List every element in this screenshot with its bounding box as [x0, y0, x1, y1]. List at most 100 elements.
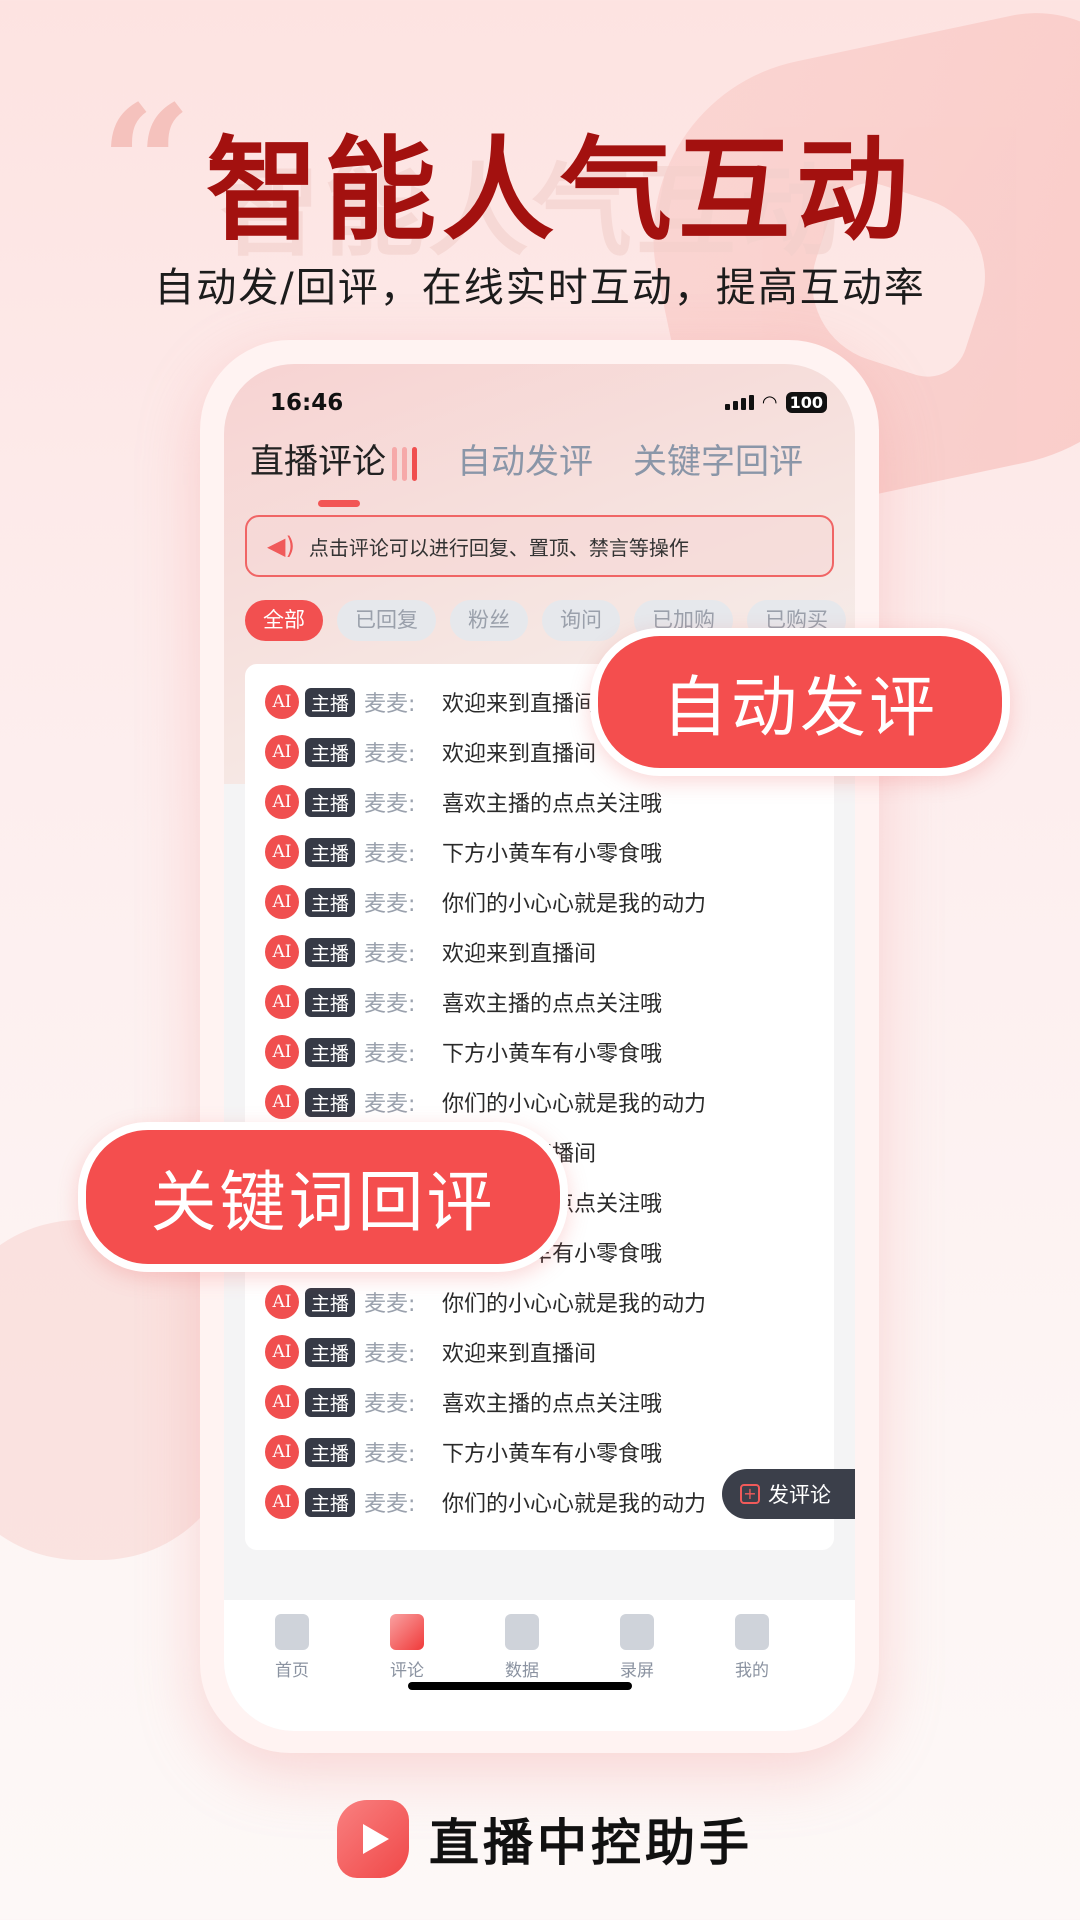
- callout-keyword-reply: 关键词回评: [78, 1122, 568, 1272]
- comment-row[interactable]: AI主播麦麦: 下方小黄车有小零食哦: [265, 832, 662, 872]
- comment-row[interactable]: AI主播麦麦: 喜欢主播的点点关注哦: [265, 782, 662, 822]
- comment-text: 欢迎来到直播间: [442, 942, 597, 967]
- commenter-name: 麦麦:: [364, 1342, 416, 1367]
- ai-avatar-icon: AI: [265, 985, 299, 1019]
- comment-row[interactable]: AI主播麦麦: 欢迎来到直播间: [265, 1332, 596, 1372]
- ai-avatar-icon: AI: [265, 885, 299, 919]
- nav-item[interactable]: 评论: [367, 1614, 447, 1681]
- comment-row[interactable]: AI 主播 麦麦: 你们的小心心就是我的动力: [265, 882, 706, 922]
- brand-name: 直播中控助手: [429, 1814, 753, 1872]
- role-badge: 主播: [305, 1287, 356, 1317]
- ai-avatar-icon: AI: [265, 1035, 299, 1069]
- comment-row[interactable]: AI主播麦麦: 喜欢主播的点点关注哦: [265, 982, 662, 1022]
- ai-avatar-icon: AI: [265, 735, 299, 769]
- comment-row[interactable]: AI主播麦麦: 喜欢主播的点点关注哦: [265, 1382, 662, 1422]
- callout-auto-comment: 自动发评: [590, 628, 1010, 776]
- filter-chip[interactable]: 粉丝: [450, 600, 528, 641]
- nav-item[interactable]: 我的: [712, 1614, 792, 1681]
- ai-avatar-icon: AI: [265, 1085, 299, 1119]
- nav-label: 评论: [390, 1661, 424, 1681]
- comment-text: 你们的小心心就是我的动力: [442, 1092, 707, 1117]
- speaker-icon: ◀): [267, 532, 295, 560]
- status-icons: ◠ 100: [724, 392, 827, 413]
- nav-item[interactable]: 数据: [482, 1614, 562, 1681]
- comment-text: 喜欢主播的点点关注哦: [442, 792, 663, 817]
- phone-mockup: 16:46 ◠ 100 直播评论 自动发评 关键字回评 ◀) 点击评论可以进行回…: [200, 340, 879, 1753]
- filter-chip[interactable]: 询问: [542, 600, 620, 641]
- screen-record-icon: [620, 1614, 654, 1650]
- tab-live-comments[interactable]: 直播评论: [250, 434, 417, 507]
- commenter-name: 麦麦:: [364, 1042, 416, 1067]
- role-badge: 主播: [305, 1437, 356, 1467]
- commenter-name: 麦麦:: [364, 992, 416, 1017]
- hero-subtitle: 自动发/回评，在线实时互动，提高互动率: [154, 265, 926, 311]
- notice-text: 点击评论可以进行回复、置顶、禁言等操作: [308, 535, 689, 560]
- comment-icon: [390, 1614, 424, 1650]
- data-icon: [505, 1614, 539, 1650]
- comment-text: 下方小黄车有小零食哦: [442, 842, 663, 867]
- commenter-name: 麦麦:: [364, 1292, 416, 1317]
- tab-bar: 直播评论 自动发评 关键字回评: [250, 434, 803, 507]
- role-badge: 主播: [305, 737, 356, 767]
- ai-avatar-icon: AI: [265, 1435, 299, 1469]
- battery-icon: 100: [785, 392, 827, 413]
- profile-icon: [735, 1614, 769, 1650]
- tab-keyword-reply[interactable]: 关键字回评: [633, 434, 803, 483]
- comment-text: 欢迎来到直播间: [442, 742, 597, 767]
- comment-text: 喜欢主播的点点关注哦: [442, 1392, 663, 1417]
- commenter-name: 麦麦:: [364, 1092, 416, 1117]
- nav-item[interactable]: 首页: [252, 1614, 332, 1681]
- wifi-icon: ◠: [761, 392, 778, 413]
- role-badge: 主播: [305, 887, 356, 917]
- comment-row[interactable]: AI 主播 麦麦: 你们的小心心就是我的动力: [265, 1482, 706, 1522]
- comment-row[interactable]: AI 主播 麦麦: 你们的小心心就是我的动力: [265, 1282, 706, 1322]
- role-badge: 主播: [305, 837, 356, 867]
- commenter-name: 麦麦:: [364, 792, 416, 817]
- role-badge: 主播: [305, 987, 356, 1017]
- comment-text: 喜欢主播的点点关注哦: [442, 992, 663, 1017]
- phone-screen: 16:46 ◠ 100 直播评论 自动发评 关键字回评 ◀) 点击评论可以进行回…: [224, 364, 855, 1731]
- comment-text: 欢迎来到直播间: [442, 692, 597, 717]
- nav-label: 数据: [505, 1661, 539, 1681]
- comment-row[interactable]: AI主播麦麦: 欢迎来到直播间: [265, 732, 596, 772]
- role-badge: 主播: [305, 1487, 356, 1517]
- play-logo-icon: [337, 1800, 409, 1878]
- role-badge: 主播: [305, 1337, 356, 1367]
- plus-icon: +: [740, 1484, 760, 1504]
- live-equalizer-icon: [392, 446, 417, 481]
- nav-label: 录屏: [620, 1661, 654, 1681]
- comment-row[interactable]: AI主播麦麦: 欢迎来到直播间: [265, 682, 596, 722]
- tab-auto-comment[interactable]: 自动发评: [457, 434, 593, 483]
- hero-title: 智能人气互动: [206, 126, 914, 256]
- commenter-name: 麦麦:: [364, 1442, 416, 1467]
- post-comment-button[interactable]: + 发评论: [722, 1469, 855, 1519]
- role-badge: 主播: [305, 937, 356, 967]
- home-indicator: [408, 1682, 632, 1690]
- comment-list[interactable]: AI 主播 麦麦: 欢迎来到直播间 AI 主播 麦麦: 欢迎来到直播间 AI 主播 麦麦: 喜欢主播的…: [245, 664, 834, 1550]
- comment-text: 你们的小心心就是我的动力: [442, 892, 707, 917]
- comment-row[interactable]: AI主播麦麦: 下方小黄车有小零食哦: [265, 1032, 662, 1072]
- role-badge: 主播: [305, 1037, 356, 1067]
- role-badge: 主播: [305, 787, 356, 817]
- commenter-name: 麦麦:: [364, 892, 416, 917]
- comment-text: 欢迎来到直播间: [442, 1342, 597, 1367]
- comment-row[interactable]: AI 主播 麦麦: 你们的小心心就是我的动力: [265, 1082, 706, 1122]
- nav-item[interactable]: 录屏: [597, 1614, 677, 1681]
- comment-row[interactable]: AI主播麦麦: 下方小黄车有小零食哦: [265, 1432, 662, 1472]
- filter-chip[interactable]: 已回复: [337, 600, 436, 641]
- ai-avatar-icon: AI: [265, 685, 299, 719]
- comment-text: 你们的小心心就是我的动力: [442, 1292, 707, 1317]
- home-icon: [275, 1614, 309, 1650]
- commenter-name: 麦麦:: [364, 842, 416, 867]
- notice-banner: ◀) 点击评论可以进行回复、置顶、禁言等操作: [245, 515, 834, 577]
- ai-avatar-icon: AI: [265, 835, 299, 869]
- role-badge: 主播: [305, 687, 356, 717]
- commenter-name: 麦麦:: [364, 1492, 416, 1517]
- ai-avatar-icon: AI: [265, 1385, 299, 1419]
- ai-avatar-icon: AI: [265, 1485, 299, 1519]
- nav-label: 我的: [735, 1661, 769, 1681]
- comment-row[interactable]: AI主播麦麦: 欢迎来到直播间: [265, 932, 596, 972]
- comment-text: 你们的小心心就是我的动力: [442, 1492, 707, 1517]
- comment-text: 下方小黄车有小零食哦: [442, 1042, 663, 1067]
- filter-chip[interactable]: 全部: [245, 600, 323, 641]
